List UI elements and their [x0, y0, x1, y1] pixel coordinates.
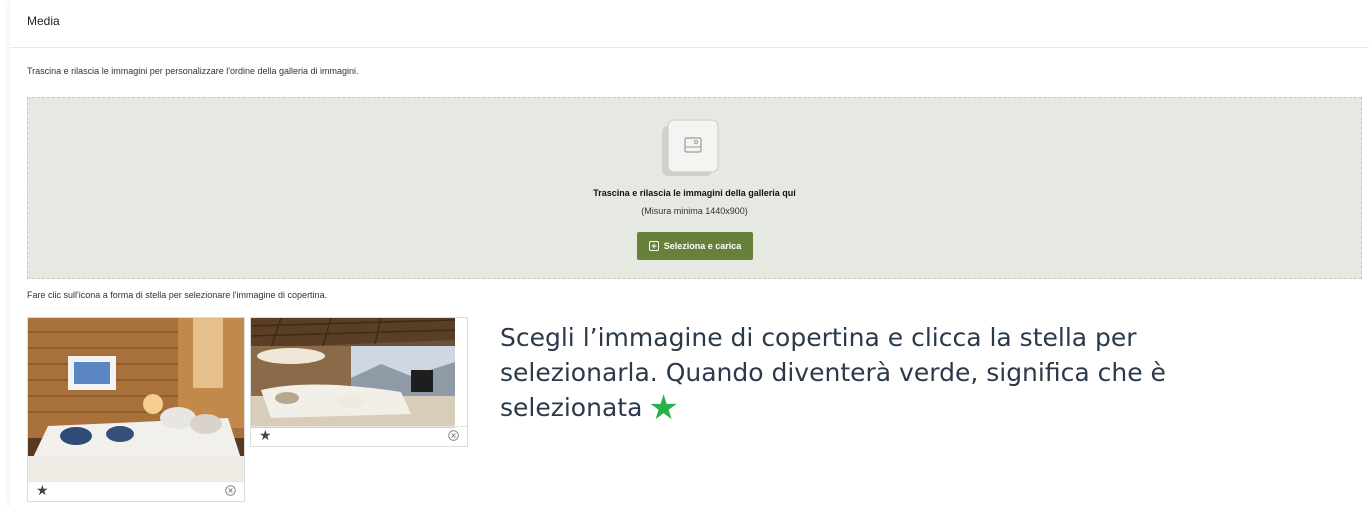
- bedroom-photo[interactable]: [28, 318, 244, 482]
- green-star-icon: ★: [648, 388, 679, 428]
- close-circle-icon[interactable]: [225, 485, 236, 496]
- dropzone-title: Trascina e rilascia le immagini della ga…: [593, 188, 796, 198]
- panel-header: Media: [10, 0, 1369, 48]
- gallery-image-card[interactable]: ★: [250, 317, 468, 447]
- panel-title: Media: [27, 14, 60, 28]
- cover-star-icon[interactable]: ★: [259, 428, 272, 444]
- callout-text: Scegli l’immagine di copertina e clicca …: [500, 323, 1166, 422]
- upload-dropzone[interactable]: Trascina e rilascia le immagini della ga…: [27, 97, 1362, 279]
- cover-instruction-callout: Scegli l’immagine di copertina e clicca …: [500, 320, 1260, 426]
- close-circle-icon[interactable]: [448, 430, 459, 441]
- media-panel: Media Trascina e rilascia le immagini pe…: [10, 0, 1369, 507]
- upload-icon: [648, 241, 659, 251]
- gallery-image-card[interactable]: ★: [27, 317, 245, 502]
- image-upload-icon: [662, 119, 719, 176]
- image-toolbar: ★: [28, 481, 244, 501]
- dropzone-subtitle: (Misura minima 1440x900): [641, 206, 748, 216]
- cover-star-icon[interactable]: ★: [36, 483, 49, 499]
- upload-button-label: Seleziona e carica: [663, 241, 742, 251]
- living-room-photo[interactable]: [251, 318, 455, 428]
- cover-image-hint: Fare clic sull'icona a forma di stella p…: [27, 290, 328, 300]
- select-and-upload-button[interactable]: Seleziona e carica: [637, 232, 753, 260]
- image-toolbar: ★: [251, 426, 467, 446]
- gallery-order-hint: Trascina e rilascia le immagini per pers…: [27, 66, 359, 76]
